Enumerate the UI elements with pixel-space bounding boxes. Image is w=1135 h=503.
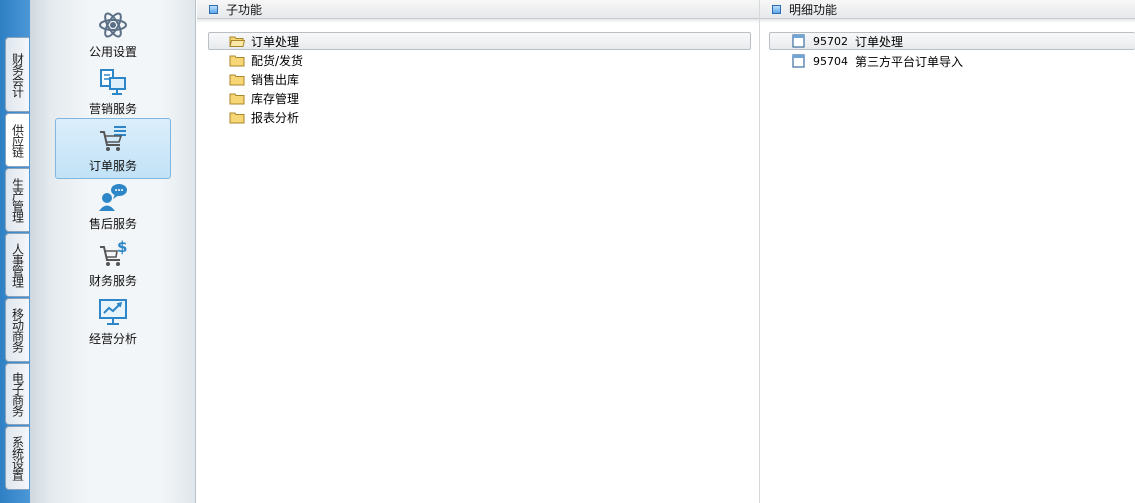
module-finance-service[interactable]: $ 财务服务 [55, 234, 171, 292]
vtab-label: 生产管理 [10, 178, 25, 222]
detail-item-label: 订单处理 [855, 34, 904, 49]
sub-item-distribution[interactable]: 配货/发货 [229, 51, 429, 69]
header-shadow [197, 19, 759, 23]
vtab-e-commerce[interactable]: 电子商务 [5, 363, 29, 425]
svg-text:$: $ [117, 238, 127, 256]
module-common-settings[interactable]: 公用设置 [55, 5, 171, 63]
document-icon [792, 34, 805, 48]
vtab-hr[interactable]: 人事管理 [5, 233, 29, 297]
sub-function-title: 子功能 [226, 2, 263, 17]
module-label: 营销服务 [88, 102, 137, 116]
vtab-label: 人事管理 [10, 243, 25, 287]
sub-item-label: 销售出库 [251, 72, 300, 87]
vtab-mobile-commerce[interactable]: 移动商务 [5, 298, 29, 362]
module-marketing-service[interactable]: 营销服务 [55, 62, 171, 120]
vtab-label: 供应链 [10, 123, 25, 157]
detail-item-95704[interactable]: 95704 第三方平台订单导入 [792, 52, 1092, 70]
vtab-system-settings[interactable]: 系统设置 [5, 426, 29, 490]
folder-open-icon [229, 36, 245, 47]
support-chat-icon [99, 184, 127, 211]
detail-item-95702[interactable]: 95702 订单处理 [769, 32, 1135, 50]
module-after-sales[interactable]: 售后服务 [55, 177, 171, 235]
cart-dollar-icon: $ [100, 238, 127, 266]
sub-item-order-processing[interactable]: 订单处理 [208, 32, 751, 50]
vertical-tab-rail: 财务会计 供应链 生产管理 人事管理 移动商务 电子商务 系统设置 [0, 0, 30, 503]
bullet-square-icon [772, 4, 781, 14]
vtab-production[interactable]: 生产管理 [5, 168, 29, 232]
marketing-icon [100, 69, 126, 95]
module-label: 公用设置 [88, 45, 137, 59]
module-label: 订单服务 [88, 159, 137, 173]
vtab-label: 财务会计 [10, 52, 25, 97]
sub-item-label: 订单处理 [251, 34, 300, 49]
module-label: 财务服务 [88, 274, 137, 288]
folder-icon [229, 74, 245, 85]
folder-icon [229, 55, 245, 66]
chart-monitor-icon [99, 299, 127, 325]
detail-item-code: 95702 [813, 34, 848, 48]
module-business-analysis[interactable]: 经营分析 [55, 292, 171, 350]
sub-item-inventory[interactable]: 库存管理 [229, 89, 429, 107]
panel-divider [759, 0, 760, 503]
sub-item-label: 库存管理 [251, 91, 300, 106]
vtab-label: 移动商务 [10, 308, 25, 352]
folder-icon [229, 112, 245, 123]
vtab-supply-chain[interactable]: 供应链 [5, 113, 29, 167]
detail-function-title: 明细功能 [789, 2, 838, 17]
header-shadow [760, 19, 1135, 23]
vtab-finance[interactable]: 财务会计 [5, 37, 29, 112]
module-panel: 公用设置 营销服务 订单服务 售后服务 $ 财务服务 经营分析 [30, 0, 196, 503]
sub-item-label: 配货/发货 [251, 53, 304, 68]
module-label: 经营分析 [88, 332, 137, 346]
detail-item-code: 95704 [813, 54, 848, 68]
detail-function-header: 明细功能 [760, 0, 1135, 19]
sub-function-header: 子功能 [197, 0, 759, 19]
module-order-service[interactable]: 订单服务 [55, 118, 171, 179]
detail-item-label: 第三方平台订单导入 [855, 54, 964, 69]
vtab-label: 电子商务 [10, 372, 25, 416]
document-icon [792, 54, 805, 68]
module-label: 售后服务 [88, 217, 137, 231]
folder-icon [229, 93, 245, 104]
sub-item-reports[interactable]: 报表分析 [229, 108, 429, 126]
cart-list-icon [100, 126, 126, 151]
vtab-label: 系统设置 [10, 436, 25, 480]
sub-item-label: 报表分析 [251, 110, 300, 125]
sub-item-sales-outbound[interactable]: 销售出库 [229, 70, 429, 88]
atom-icon [99, 12, 127, 38]
bullet-square-icon [209, 4, 218, 14]
